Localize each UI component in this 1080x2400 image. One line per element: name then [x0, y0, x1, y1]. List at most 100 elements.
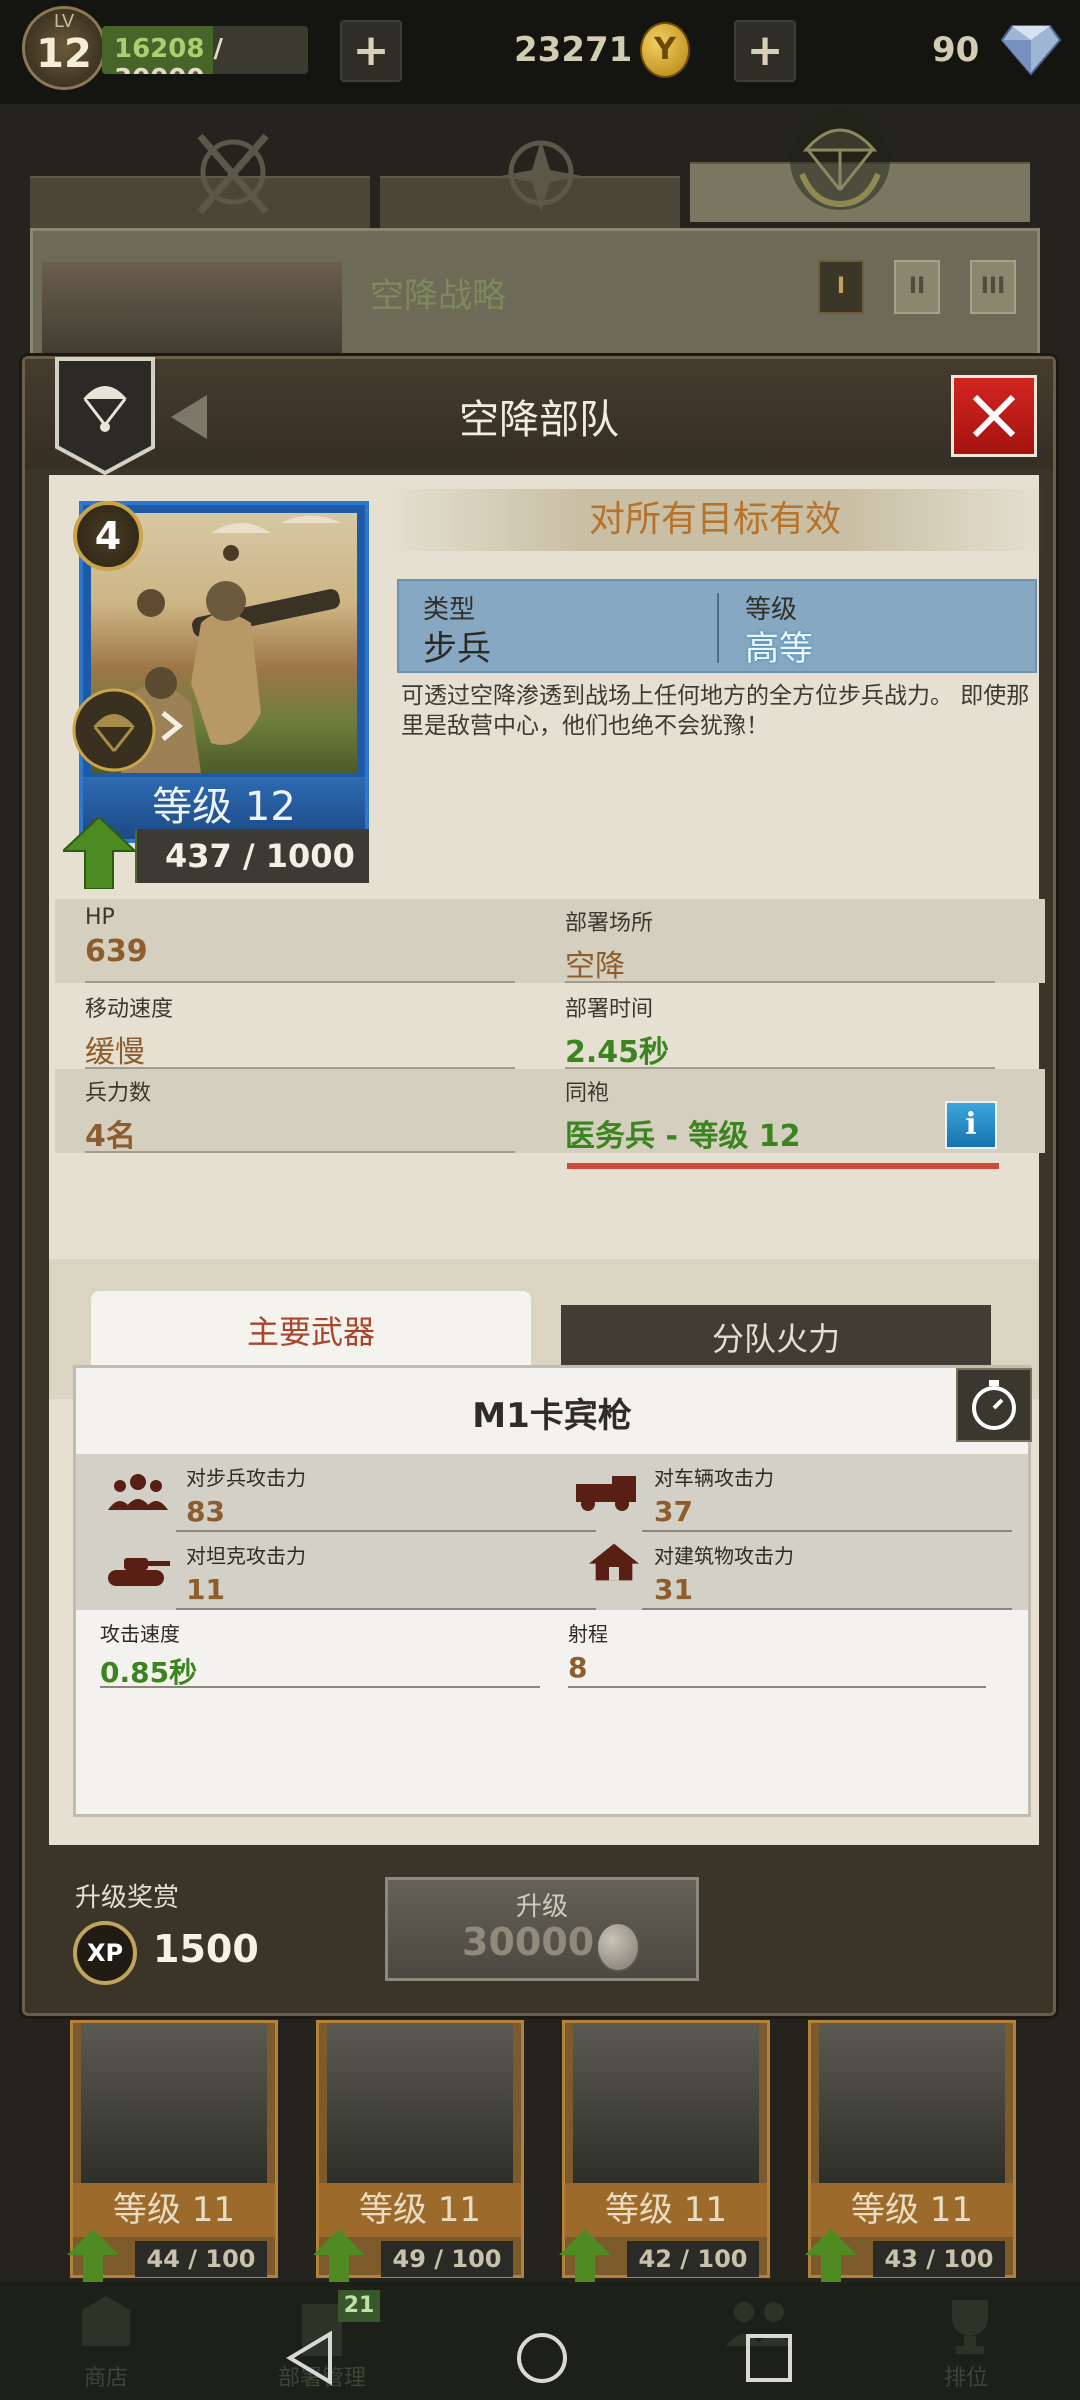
unit-card-progress: 49 / 100: [381, 2241, 513, 2277]
divider: [176, 1608, 596, 1610]
background-panel-title: 空降战略: [370, 276, 506, 316]
info-divider: [717, 593, 719, 663]
xp-max: 30000: [114, 64, 204, 74]
tier-1-button[interactable]: I: [818, 260, 864, 314]
unit-card-progress: 43 / 100: [873, 2241, 1005, 2277]
vs-infantry-label: 对步兵攻击力: [186, 1466, 306, 1490]
range-stat: 射程 8: [568, 1618, 986, 1688]
xp-icon: XP: [73, 1921, 137, 1985]
system-recents-icon[interactable]: [744, 2330, 794, 2386]
unit-description: 可透过空降渗透到战场上任何地方的全方位步兵战力。 即使那里是敌营中心，他们也绝不…: [401, 683, 1030, 739]
companion-stat: 同袍 医务兵 - 等级 12: [565, 1075, 995, 1155]
paratrooper-medal-icon: [72, 688, 156, 772]
weapon-panel: M1卡宾枪 对步兵攻击力 83 对车辆攻击力 37 对坦克攻击力 11 对建筑物…: [73, 1365, 1032, 1817]
effectiveness-banner: 对所有目标有效: [385, 489, 1045, 551]
upgrade-reward-value: 1500: [153, 1927, 259, 1971]
unit-card-dog-handler[interactable]: 等级 11 44 / 100: [67, 2020, 278, 2283]
unit-card-truck[interactable]: 等级 11 43 / 100: [805, 2020, 1016, 2283]
system-home-icon[interactable]: [514, 2330, 570, 2386]
troops-label: 兵力数: [85, 1081, 152, 1106]
speed-stat: 移动速度 缓慢: [85, 991, 515, 1071]
unit-xp-progress: 437 / 1000: [137, 829, 369, 883]
deploy-time-stat: 部署时间 2.45秒: [565, 991, 995, 1071]
vs-building-value: 31: [654, 1573, 693, 1606]
xp-current: 16208: [114, 34, 205, 64]
divider: [565, 981, 995, 983]
divider: [85, 1151, 515, 1153]
upgrade-reward-label: 升级奖赏: [75, 1883, 180, 1913]
hp-label: HP: [85, 905, 115, 930]
tab-primary-weapon[interactable]: 主要武器: [91, 1291, 531, 1373]
vehicle-icon: [576, 1476, 636, 1511]
upgrade-button[interactable]: 升级 30000: [385, 1877, 699, 1981]
top-status-bar: LV 12 16208 / 30000 + 23271 Y + 90: [0, 0, 1080, 104]
tier-3-button[interactable]: III: [970, 260, 1016, 314]
close-button[interactable]: [951, 375, 1037, 457]
xp-text: 16208 / 30000: [114, 34, 308, 74]
unit-rank-badge: 4: [73, 501, 143, 571]
chevron-right-icon[interactable]: [159, 711, 183, 741]
modal-title: 空降部队: [459, 397, 619, 443]
vs-building-label: 对建筑物攻击力: [654, 1544, 794, 1568]
crossed-rifles-icon: [197, 133, 269, 215]
range-label: 射程: [568, 1622, 608, 1646]
add-coins-button[interactable]: +: [340, 20, 402, 82]
unit-card-armored-car[interactable]: 等级 11 49 / 100: [313, 2020, 524, 2283]
player-level: 12: [36, 31, 92, 77]
unit-card-progress: 44 / 100: [135, 2241, 267, 2277]
weapon-stat-row: 对步兵攻击力 83 对车辆攻击力 37: [76, 1454, 1028, 1532]
add-gems-button[interactable]: +: [734, 20, 796, 82]
nav-rank-label[interactable]: 排位: [944, 2360, 988, 2392]
deploy-time-value: 2.45秒: [565, 1035, 670, 1070]
unit-card-image: [819, 2023, 1005, 2187]
vs-building-stat: 对建筑物攻击力 31: [642, 1540, 1034, 1610]
deploy-count-badge: 21: [338, 2290, 380, 2322]
attack-speed-value: 0.85秒: [100, 1656, 198, 1689]
companion-value: 医务兵 - 等级 12: [565, 1119, 801, 1154]
unit-card-image: [327, 2023, 513, 2187]
tier-2-button[interactable]: II: [894, 260, 940, 314]
tab-squad-fire[interactable]: 分队火力: [561, 1305, 991, 1373]
upgrade-arrow-icon: [559, 2229, 611, 2283]
vs-vehicle-value: 37: [654, 1495, 693, 1528]
gem-balance: 90: [932, 30, 980, 70]
attack-speed-stat: 攻击速度 0.85秒: [100, 1618, 540, 1691]
trophy-icon[interactable]: [942, 2296, 998, 2356]
companion-accent-strip: [567, 1163, 999, 1169]
vs-tank-label: 对坦克攻击力: [186, 1544, 306, 1568]
player-level-badge[interactable]: LV 12: [22, 6, 106, 90]
infantry-icon: [108, 1474, 168, 1510]
unit-card-progress: 42 / 100: [627, 2241, 759, 2277]
weapon-stat-row: 对坦克攻击力 11 对建筑物攻击力 31: [76, 1532, 1028, 1610]
hp-value: 639: [85, 934, 148, 969]
stat-row: 移动速度 缓慢 部署时间 2.45秒: [55, 985, 1045, 1071]
weapon-tabs: 分队火力 主要武器: [91, 1291, 1011, 1375]
system-back-icon[interactable]: [284, 2330, 336, 2386]
divider: [568, 1686, 986, 1688]
modal-header: 空降部队: [25, 357, 1053, 476]
troops-value: 4名: [85, 1119, 136, 1154]
upgrade-arrow-icon: [313, 2229, 365, 2283]
hp-stat: HP 639: [85, 905, 515, 983]
nav-shop-label[interactable]: 商店: [84, 2360, 128, 2392]
type-value: 步兵: [423, 629, 491, 669]
upgrade-button-label: 升级: [515, 1892, 568, 1922]
paratrooper-emblem-icon: [790, 110, 890, 210]
deploy-time-label: 部署时间: [565, 997, 654, 1022]
gem-icon: [1000, 25, 1062, 76]
unit-card-image: [81, 2023, 267, 2187]
shop-icon[interactable]: [76, 2292, 136, 2352]
deploy-place-label: 部署场所: [565, 911, 654, 936]
companion-info-button[interactable]: i: [945, 1101, 997, 1149]
unit-card-halftrack[interactable]: 等级 11 42 / 100: [559, 2020, 770, 2283]
divider: [100, 1686, 540, 1688]
coin-icon: [596, 1922, 640, 1972]
upgrade-arrow-icon: [805, 2229, 857, 2283]
range-value: 8: [568, 1651, 588, 1684]
coin-icon: Y: [640, 22, 690, 78]
vs-tank-stat: 对坦克攻击力 11: [176, 1540, 596, 1610]
divider: [85, 981, 515, 983]
unit-detail-modal: 空降部队 等级 12 4 437 / 1000 对所有目标有效 类型 步兵 等级…: [22, 356, 1056, 2016]
stat-row: HP 639 部署场所 空降: [55, 899, 1045, 984]
timer-button[interactable]: [956, 1368, 1032, 1442]
